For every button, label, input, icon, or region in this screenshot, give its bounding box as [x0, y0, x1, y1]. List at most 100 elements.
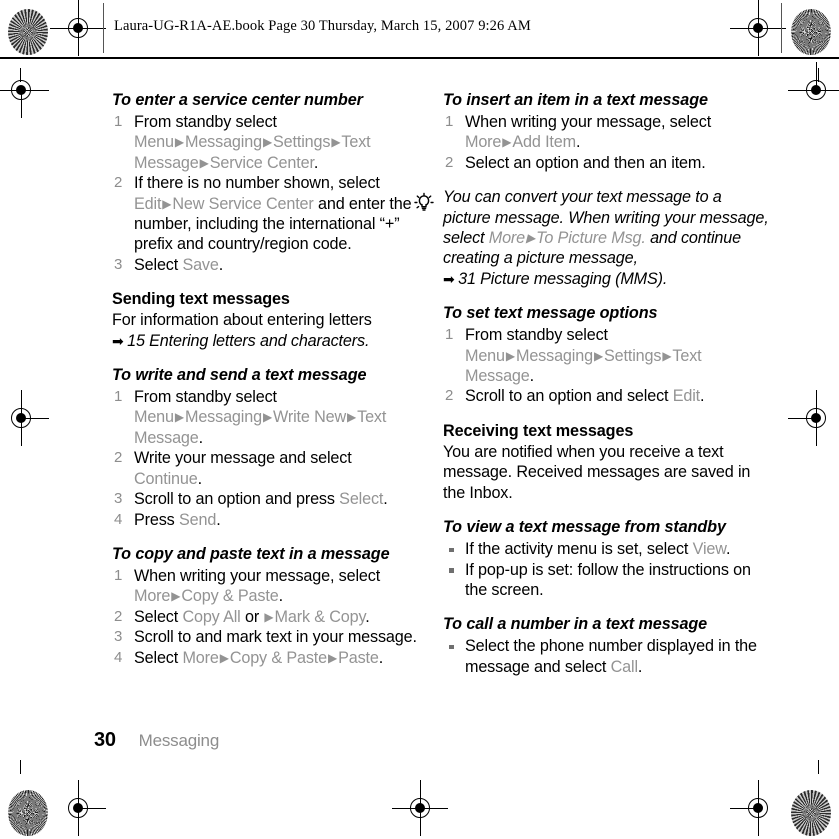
ui-term: More — [134, 587, 171, 606]
heading-to-call-a-number: To call a number in a text message — [443, 615, 708, 634]
body-text: . — [365, 607, 370, 626]
left-column: To enter a service center number From st… — [112, 90, 422, 668]
body-text: From standby select — [134, 388, 277, 407]
cross-reference-arrow-icon: ➡ — [112, 332, 124, 349]
menu-path-arrow-icon: ▶ — [174, 410, 184, 425]
body-text: Scroll to an option and select — [465, 387, 673, 406]
print-density-patch-top-right — [791, 9, 831, 55]
ui-term: New Service Center — [172, 194, 314, 213]
body-text: . — [575, 133, 581, 152]
body-text: Select an option and then an item. — [465, 153, 706, 172]
ui-term: More — [465, 133, 502, 152]
ui-term: Call — [610, 657, 638, 676]
list-item: From standby select Menu▶Messaging▶Setti… — [112, 112, 422, 173]
heading-to-enter-service-center-number: To enter a service center number — [112, 91, 363, 109]
body-text: . — [637, 657, 643, 676]
menu-path-arrow-icon: ▶ — [347, 410, 357, 425]
menu-path-arrow-icon: ▶ — [171, 589, 181, 604]
tip-note: You can convert your text message to a p… — [414, 187, 773, 289]
ui-term: Settings — [604, 346, 662, 365]
registration-mark-right-center — [788, 390, 834, 446]
list-item: Select the phone number displayed in the… — [443, 636, 773, 677]
list-item: Select an option and then an item. — [443, 153, 773, 174]
body-text: If there is no number shown, select — [134, 174, 380, 193]
menu-path-arrow-icon: ▶ — [262, 135, 273, 150]
body-text: Scroll to and mark text in your message. — [134, 628, 417, 647]
body-text: Scroll to an option and press — [134, 490, 340, 509]
ui-term: Copy & Paste — [229, 648, 327, 667]
lightbulb-icon — [412, 191, 436, 215]
heading-to-set-text-message-options: To set text message options — [443, 304, 658, 323]
header-divider-left — [103, 3, 104, 53]
steps-write-and-send-text-message: From standby select Menu▶Messaging▶Write… — [112, 387, 422, 530]
body-text: When writing your message, select — [465, 113, 712, 131]
body-text: If the activity menu is set, select — [465, 540, 693, 559]
body-text: . — [725, 540, 731, 559]
list-item: From standby select Menu▶Messaging▶Setti… — [443, 325, 773, 386]
ui-term: To Picture Msg. — [536, 229, 646, 248]
ui-term: Copy & Paste — [181, 587, 279, 606]
menu-path-arrow-icon: ▶ — [662, 348, 672, 363]
header-rule-right — [782, 57, 839, 59]
registration-mark-bottom-center — [392, 780, 448, 836]
list-item: Select Copy All or ▶Mark & Copy. — [112, 607, 422, 628]
ui-term: Service Center — [209, 153, 314, 172]
trim-line-left — [20, 68, 21, 82]
print-density-patch-bottom-right — [791, 790, 831, 836]
ui-term: Add Item — [512, 133, 576, 152]
registration-mark-left-center — [3, 390, 49, 446]
running-head: Messaging — [138, 731, 220, 750]
body-text: . — [197, 469, 203, 488]
heading-to-view-text-message-from-standby: To view a text message from standby — [443, 518, 726, 537]
list-item: When writing your message, select More▶A… — [443, 112, 773, 153]
ui-term: Settings — [273, 133, 331, 152]
body-text: Select — [134, 607, 183, 626]
ui-term: Save — [182, 255, 219, 274]
body-text: Select — [134, 255, 183, 274]
body-text: If pop-up is set: follow the instruction… — [465, 560, 751, 599]
ui-term: Messaging — [185, 408, 262, 427]
ui-term: Select — [339, 490, 384, 509]
page-footer: 30 Messaging — [94, 729, 219, 752]
header-rule — [0, 57, 795, 59]
ui-term: Mark & Copy — [274, 607, 366, 626]
trim-line-bottom-right — [818, 760, 819, 774]
menu-path-arrow-icon: ▶ — [264, 609, 274, 624]
menu-path-arrow-icon: ▶ — [328, 650, 338, 665]
menu-path-arrow-icon: ▶ — [502, 135, 512, 150]
body-text: . — [278, 587, 284, 606]
body-text: . — [383, 490, 388, 509]
ui-term: Edit — [134, 194, 162, 213]
registration-mark-top-left — [50, 0, 106, 56]
ui-term: Menu — [134, 408, 174, 427]
page-number: 30 — [94, 729, 116, 751]
registration-mark-top-right — [730, 0, 786, 56]
ui-term: More — [488, 229, 526, 248]
body-text: From standby select — [465, 326, 608, 345]
body-text: Press — [134, 510, 179, 529]
registration-mark-bottom-left — [60, 780, 106, 836]
list-item: Scroll to an option and press Select. — [112, 489, 422, 510]
tip-text: You can convert your text message to a p… — [443, 187, 773, 269]
heading-to-write-and-send-text-message: To write and send a text message — [112, 366, 367, 385]
paragraph-sending-text-messages: For information about entering letters — [112, 311, 372, 330]
body-text: When writing your message, select — [134, 566, 381, 585]
ui-term: Menu — [134, 133, 174, 152]
heading-to-insert-an-item: To insert an item in a text message — [443, 91, 708, 109]
heading-to-copy-and-paste-text: To copy and paste text in a message — [112, 544, 390, 563]
steps-enter-service-center-number: From standby select Menu▶Messaging▶Setti… — [112, 112, 422, 276]
ui-term: Edit — [672, 387, 701, 406]
list-item: Write your message and select Continue. — [112, 448, 422, 489]
menu-path-arrow-icon: ▶ — [593, 348, 604, 363]
body-text: Select — [134, 648, 183, 667]
list-item: If the activity menu is set, select View… — [443, 539, 773, 559]
ui-term: Paste — [338, 648, 379, 667]
print-density-patch-bottom-left — [8, 790, 48, 836]
ui-term: View — [692, 540, 726, 559]
menu-path-arrow-icon: ▶ — [526, 231, 536, 246]
registration-mark-right-upper — [788, 62, 839, 108]
header-divider-right — [781, 3, 782, 53]
trim-line-bottom-left — [20, 760, 21, 774]
tip-cross-reference: ➡ 31 Picture messaging (MMS). — [443, 269, 773, 289]
body-text: Write your message and select — [134, 449, 352, 468]
